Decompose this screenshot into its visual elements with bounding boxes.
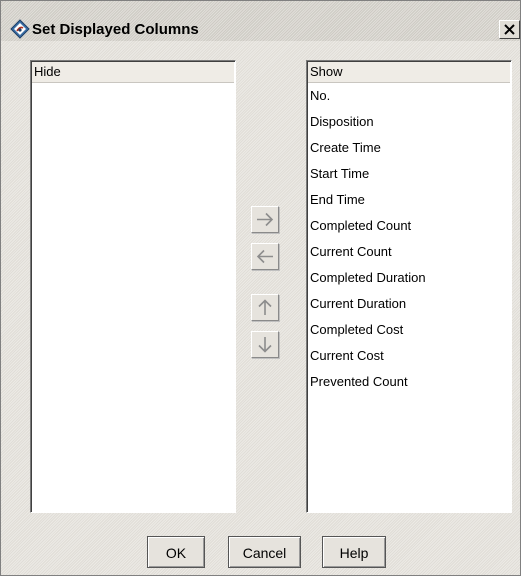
show-list-item-completed-count[interactable]: Completed Count [307,213,511,239]
dialog-window: Set Displayed Columns Hide Show No. Disp… [0,0,521,576]
move-up-button[interactable] [251,294,279,321]
title-bar[interactable]: Set Displayed Columns [1,1,520,41]
arrow-right-icon [257,212,274,227]
show-list-header: Show [308,62,510,83]
show-list-item-create-time[interactable]: Create Time [307,135,511,161]
show-list-item-current-duration[interactable]: Current Duration [307,291,511,317]
help-button[interactable]: Help [322,536,386,568]
show-list-item-end-time[interactable]: End Time [307,187,511,213]
arrow-down-icon [258,337,272,353]
show-list-item-current-count[interactable]: Current Count [307,239,511,265]
show-list-items: No. Disposition Create Time Start Time E… [307,83,511,395]
show-list-item-current-cost[interactable]: Current Cost [307,343,511,369]
close-x-icon [504,24,515,35]
show-list-item-prevented-count[interactable]: Prevented Count [307,369,511,395]
show-list-item-completed-cost[interactable]: Completed Cost [307,317,511,343]
move-left-button[interactable] [251,243,279,270]
arrow-up-icon [258,299,272,315]
move-right-button[interactable] [251,206,279,233]
close-button[interactable] [499,20,520,39]
dialog-title: Set Displayed Columns [32,21,199,38]
show-list-item-start-time[interactable]: Start Time [307,161,511,187]
show-list-item-completed-duration[interactable]: Completed Duration [307,265,511,291]
ok-button[interactable]: OK [147,536,205,568]
hide-list-header: Hide [32,62,234,83]
java-cup-icon [10,19,30,39]
show-list[interactable]: Show No. Disposition Create Time Start T… [306,60,512,513]
hide-list[interactable]: Hide [30,60,236,513]
move-down-button[interactable] [251,331,279,358]
show-list-item-disposition[interactable]: Disposition [307,109,511,135]
arrow-left-icon [256,249,273,264]
show-list-item-no[interactable]: No. [307,83,511,109]
cancel-button[interactable]: Cancel [228,536,301,568]
